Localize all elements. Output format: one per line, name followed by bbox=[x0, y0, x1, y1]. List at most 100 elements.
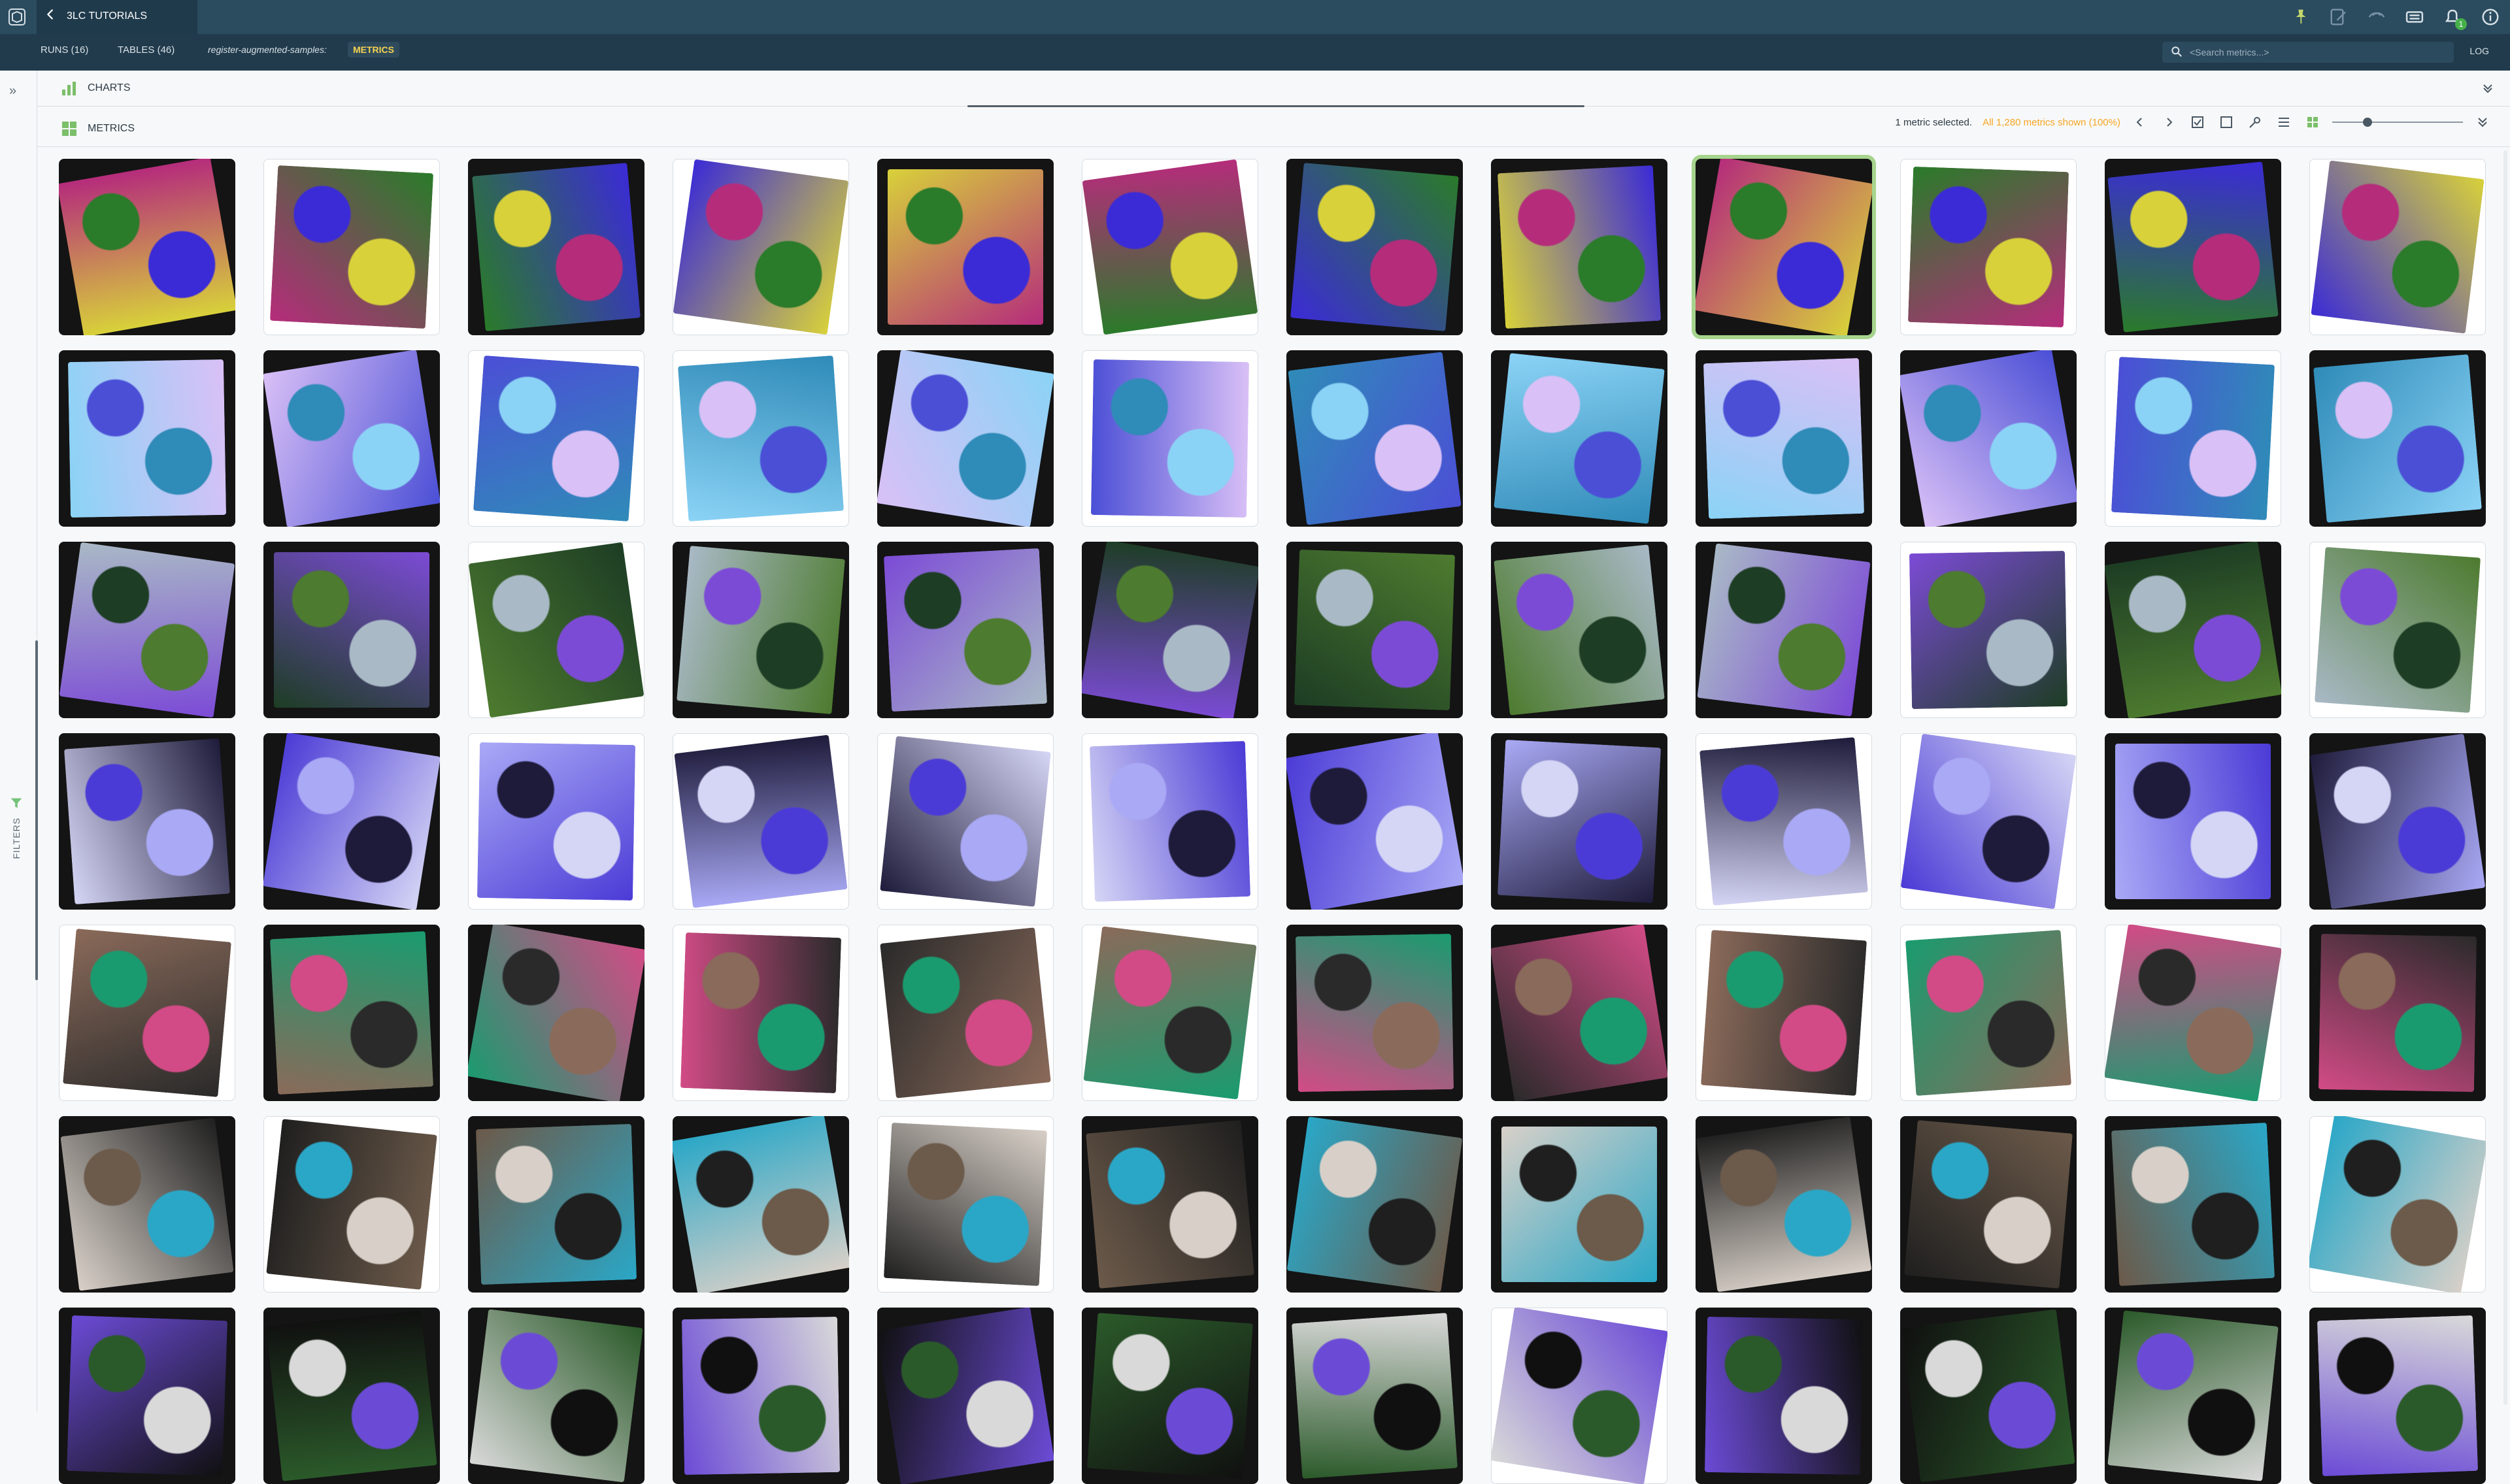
app-logo[interactable] bbox=[7, 7, 27, 27]
tile[interactable] bbox=[1491, 350, 1667, 527]
tile[interactable] bbox=[2105, 733, 2281, 910]
tile[interactable] bbox=[1082, 1116, 1258, 1293]
tile[interactable] bbox=[468, 159, 644, 335]
tile[interactable] bbox=[877, 542, 1054, 718]
tile[interactable] bbox=[877, 350, 1054, 527]
settings-icon[interactable] bbox=[2246, 113, 2264, 131]
tile[interactable] bbox=[59, 1308, 235, 1484]
tile[interactable] bbox=[1082, 350, 1258, 527]
tile[interactable] bbox=[1491, 1116, 1667, 1293]
tile[interactable] bbox=[1491, 1308, 1667, 1484]
tile[interactable] bbox=[2105, 1116, 2281, 1293]
tile[interactable] bbox=[2105, 1308, 2281, 1484]
tile[interactable] bbox=[263, 925, 440, 1101]
tile[interactable] bbox=[59, 925, 235, 1101]
notifications-icon[interactable]: 1 bbox=[2441, 5, 2467, 30]
panel-resize-handle[interactable] bbox=[967, 105, 1584, 107]
tile[interactable] bbox=[1696, 542, 1872, 718]
tile[interactable] bbox=[1900, 350, 2077, 527]
tile[interactable] bbox=[1082, 925, 1258, 1101]
grid-scrollbar[interactable] bbox=[2503, 150, 2507, 1405]
tile[interactable] bbox=[2105, 542, 2281, 718]
tile[interactable] bbox=[1286, 542, 1463, 718]
slider-knob[interactable] bbox=[2362, 118, 2372, 127]
tile[interactable] bbox=[1082, 733, 1258, 910]
tile[interactable] bbox=[59, 159, 235, 335]
tile[interactable] bbox=[1286, 925, 1463, 1101]
tile[interactable] bbox=[1491, 925, 1667, 1101]
log-button[interactable]: LOG bbox=[2469, 46, 2489, 56]
tile[interactable] bbox=[673, 925, 849, 1101]
tile[interactable] bbox=[1286, 1116, 1463, 1293]
tile[interactable] bbox=[877, 733, 1054, 910]
tile[interactable] bbox=[263, 350, 440, 527]
tile[interactable] bbox=[1900, 1308, 2077, 1484]
tile[interactable] bbox=[468, 925, 644, 1101]
tile[interactable] bbox=[1082, 159, 1258, 335]
tile[interactable] bbox=[1900, 733, 2077, 910]
back-to-project[interactable]: 3LC TUTORIALS bbox=[43, 7, 147, 25]
tile[interactable] bbox=[59, 733, 235, 910]
tile[interactable] bbox=[263, 1308, 440, 1484]
tile[interactable] bbox=[468, 733, 644, 910]
grid-view-icon[interactable] bbox=[2303, 113, 2322, 131]
list-view-icon[interactable] bbox=[2275, 113, 2293, 131]
prev-icon[interactable] bbox=[2131, 113, 2149, 131]
deselect-icon[interactable] bbox=[2217, 113, 2235, 131]
tile[interactable] bbox=[263, 1116, 440, 1293]
tile[interactable] bbox=[263, 542, 440, 718]
tile[interactable] bbox=[1696, 159, 1872, 335]
next-icon[interactable] bbox=[2160, 113, 2178, 131]
tile[interactable] bbox=[877, 1308, 1054, 1484]
tile[interactable] bbox=[1491, 542, 1667, 718]
tab-runs[interactable]: RUNS (16) bbox=[41, 44, 88, 56]
search-input[interactable]: <Search metrics...> bbox=[2190, 47, 2269, 58]
tile[interactable] bbox=[468, 542, 644, 718]
tile[interactable] bbox=[1696, 925, 1872, 1101]
tile[interactable] bbox=[2105, 159, 2281, 335]
tile[interactable] bbox=[673, 1116, 849, 1293]
tile[interactable] bbox=[1286, 1308, 1463, 1484]
edit-icon[interactable] bbox=[2327, 5, 2351, 29]
tile[interactable] bbox=[59, 1116, 235, 1293]
tile[interactable] bbox=[1696, 1308, 1872, 1484]
tile[interactable] bbox=[2309, 733, 2486, 910]
tile[interactable] bbox=[2309, 1116, 2486, 1293]
tile[interactable] bbox=[673, 350, 849, 527]
tile[interactable] bbox=[468, 1116, 644, 1293]
tile[interactable] bbox=[2309, 350, 2486, 527]
tile[interactable] bbox=[1696, 350, 1872, 527]
collapse-icon[interactable] bbox=[2473, 113, 2492, 131]
tile[interactable] bbox=[1491, 159, 1667, 335]
tile[interactable] bbox=[2309, 159, 2486, 335]
tile[interactable] bbox=[2105, 350, 2281, 527]
tile[interactable] bbox=[673, 159, 849, 335]
tile[interactable] bbox=[2309, 1308, 2486, 1484]
thumbnail-size-slider[interactable] bbox=[2332, 114, 2463, 131]
tile[interactable] bbox=[673, 1308, 849, 1484]
tile[interactable] bbox=[1696, 733, 1872, 910]
filters-panel-handle[interactable] bbox=[35, 640, 38, 980]
info-icon[interactable] bbox=[2479, 5, 2502, 29]
pin-icon[interactable] bbox=[2289, 5, 2313, 29]
tile[interactable] bbox=[1900, 925, 2077, 1101]
tile[interactable] bbox=[673, 733, 849, 910]
tile[interactable] bbox=[2105, 925, 2281, 1101]
select-all-icon[interactable] bbox=[2188, 113, 2207, 131]
tile[interactable] bbox=[877, 1116, 1054, 1293]
tile[interactable] bbox=[673, 542, 849, 718]
tile[interactable] bbox=[59, 542, 235, 718]
tile[interactable] bbox=[1696, 1116, 1872, 1293]
tile[interactable] bbox=[1286, 159, 1463, 335]
tile[interactable] bbox=[1286, 733, 1463, 910]
undo-redo-icon[interactable] bbox=[2365, 5, 2388, 29]
tab-tables[interactable]: TABLES (46) bbox=[118, 44, 175, 56]
keyboard-icon[interactable] bbox=[2403, 5, 2426, 29]
filters-toggle[interactable]: FILTERS bbox=[9, 796, 24, 859]
tile[interactable] bbox=[59, 350, 235, 527]
chevron-down-icon[interactable] bbox=[2480, 80, 2496, 96]
tab-metrics[interactable]: METRICS bbox=[348, 42, 399, 58]
tile[interactable] bbox=[1286, 350, 1463, 527]
tile[interactable] bbox=[1900, 1116, 2077, 1293]
tile[interactable] bbox=[468, 350, 644, 527]
